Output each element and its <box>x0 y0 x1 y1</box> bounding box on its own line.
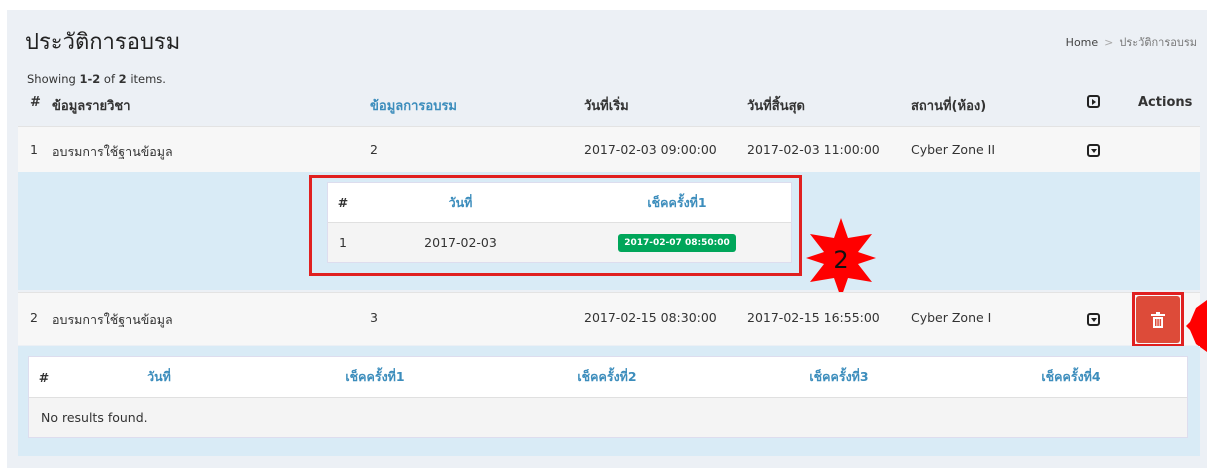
summary-mid: of <box>100 72 119 86</box>
detail-table: # วันที่ เช็คครั้งที่1 เช็คครั้งที่2 เช็… <box>28 356 1188 438</box>
header-num: # <box>30 95 41 110</box>
row-num: 1 <box>30 142 38 157</box>
header-actions: Actions <box>1138 95 1193 110</box>
row-start: 2017-02-15 08:30:00 <box>584 310 717 325</box>
empty-message: No results found. <box>41 410 148 425</box>
expand-all-icon[interactable] <box>1087 95 1100 108</box>
collapse-row-icon[interactable] <box>1087 144 1100 157</box>
detail-header-num: # <box>38 369 50 385</box>
header-start: วันที่เริ่ม <box>584 99 629 114</box>
detail-header-check2[interactable]: เช็คครั้งที่2 <box>491 357 723 397</box>
highlight-box <box>309 175 802 276</box>
empty-row: No results found. <box>29 398 1187 437</box>
summary-total: 2 <box>118 72 127 86</box>
summary-suffix: items. <box>126 72 166 86</box>
highlight-box <box>1132 292 1184 347</box>
annotation-label: 2 <box>833 246 848 274</box>
annotation-edge-shape <box>1186 300 1207 352</box>
row-end: 2017-02-15 16:55:00 <box>747 310 880 325</box>
collapse-row-icon[interactable] <box>1087 313 1100 326</box>
table-row: 2 อบรมการใช้ฐานข้อมูล 3 2017-02-15 08:30… <box>18 292 1200 345</box>
table-row: 1 อบรมการใช้ฐานข้อมูล 2 2017-02-03 09:00… <box>18 126 1200 173</box>
header-course: ข้อมูลรายวิชา <box>52 99 131 114</box>
row-training: 3 <box>370 310 378 325</box>
row-num: 2 <box>30 310 38 325</box>
row-place: Cyber Zone I <box>911 310 992 325</box>
detail-header-check4[interactable]: เช็คครั้งที่4 <box>955 357 1187 397</box>
results-summary: Showing 1-2 of 2 items. <box>27 72 166 86</box>
breadcrumb-separator: > <box>1104 36 1114 49</box>
summary-prefix: Showing <box>27 72 80 86</box>
row-course: อบรมการใช้ฐานข้อมูล <box>52 312 173 327</box>
breadcrumb-current: ประวัติการอบรม <box>1119 36 1197 49</box>
page-title: ประวัติการอบรม <box>25 30 181 55</box>
row-training: 2 <box>370 142 378 157</box>
row-place: Cyber Zone II <box>911 142 996 157</box>
table-header: # ข้อมูลรายวิชา ข้อมูลการอบรม วันที่เริ่… <box>18 86 1200 124</box>
breadcrumb: Home > ประวัติการอบรม <box>1066 33 1197 51</box>
detail-header-date[interactable]: วันที่ <box>59 357 259 397</box>
header-training[interactable]: ข้อมูลการอบรม <box>370 95 457 116</box>
detail-header-check1[interactable]: เช็คครั้งที่1 <box>259 357 491 397</box>
annotation-marker-edge <box>1186 300 1207 352</box>
breadcrumb-home[interactable]: Home <box>1066 36 1098 49</box>
detail-header-check3[interactable]: เช็คครั้งที่3 <box>723 357 955 397</box>
row-end: 2017-02-03 11:00:00 <box>747 142 880 157</box>
header-end: วันที่สิ้นสุด <box>747 99 805 114</box>
summary-range: 1-2 <box>79 72 101 86</box>
row-start: 2017-02-03 09:00:00 <box>584 142 717 157</box>
annotation-marker: 2 <box>806 218 876 298</box>
header-place: สถานที่(ห้อง) <box>911 99 987 114</box>
row-course: อบรมการใช้ฐานข้อมูล <box>52 144 173 159</box>
